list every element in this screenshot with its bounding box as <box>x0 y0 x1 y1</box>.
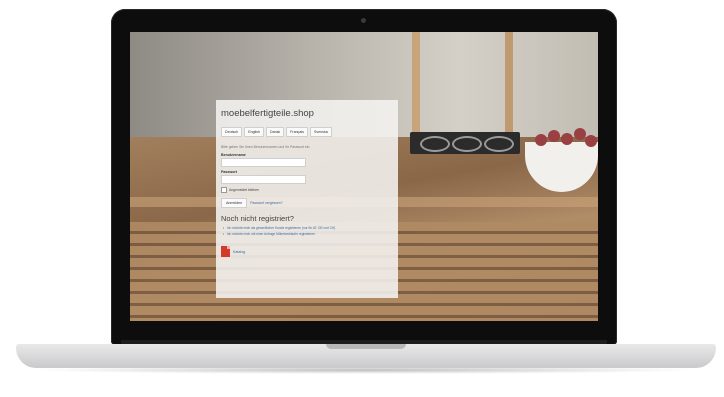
language-button-dansk[interactable]: Dansk <box>265 127 285 137</box>
fruit <box>585 135 597 147</box>
laptop-base <box>16 344 716 368</box>
forgot-password-link[interactable]: Passwort vergessen? <box>250 201 282 205</box>
language-button-svenska[interactable]: Svenska <box>309 127 332 137</box>
screen: moebelfertigteile.shop Deutsch English D… <box>130 32 598 321</box>
password-input[interactable] <box>221 175 306 184</box>
login-actions: Anmelden Passwort vergessen? <box>221 198 393 208</box>
language-button-english[interactable]: English <box>244 127 264 137</box>
pdf-icon <box>221 246 230 257</box>
fruit <box>574 128 586 140</box>
fruit <box>535 134 547 146</box>
laptop-notch <box>326 344 406 349</box>
username-label: Benutzername <box>221 153 246 157</box>
fruit <box>561 133 573 145</box>
burner-icon <box>452 136 482 152</box>
camera-icon <box>361 18 366 23</box>
language-selector: Deutsch English Dansk Français Svenska <box>221 127 393 137</box>
password-label: Passwort <box>221 170 237 174</box>
language-button-deutsch[interactable]: Deutsch <box>221 127 243 137</box>
language-button-francais[interactable]: Français <box>286 127 308 137</box>
register-title: Noch nicht registriert? <box>221 214 294 223</box>
site-title: moebelfertigteile.shop <box>221 108 314 119</box>
catalog-label: Katalog <box>233 249 246 254</box>
register-options: Ich möchte mich als gewerblicher Kunde r… <box>221 226 393 236</box>
remember-row: Angemeldet bleiben <box>221 187 393 193</box>
catalog-link[interactable]: Katalog <box>221 246 393 257</box>
burner-icon <box>484 136 514 152</box>
login-panel: moebelfertigteile.shop Deutsch English D… <box>216 100 398 298</box>
laptop-mockup: moebelfertigteile.shop Deutsch English D… <box>0 0 724 397</box>
username-input[interactable] <box>221 158 306 167</box>
fruit <box>548 130 560 142</box>
login-button[interactable]: Anmelden <box>221 198 248 208</box>
laptop-lid: moebelfertigteile.shop Deutsch English D… <box>111 9 617 345</box>
remember-checkbox[interactable] <box>221 187 227 193</box>
remember-label: Angemeldet bleiben <box>229 188 259 192</box>
background-stove <box>410 132 520 154</box>
register-option-business[interactable]: Ich möchte mich als gewerblicher Kunde r… <box>223 226 393 230</box>
burner-icon <box>420 136 450 152</box>
login-hint: Bitte geben Sie Ihren Benutzernamen und … <box>221 145 311 149</box>
register-option-inquiry[interactable]: Ich möchte mich mit einer Anfrage Möbelv… <box>223 232 393 236</box>
